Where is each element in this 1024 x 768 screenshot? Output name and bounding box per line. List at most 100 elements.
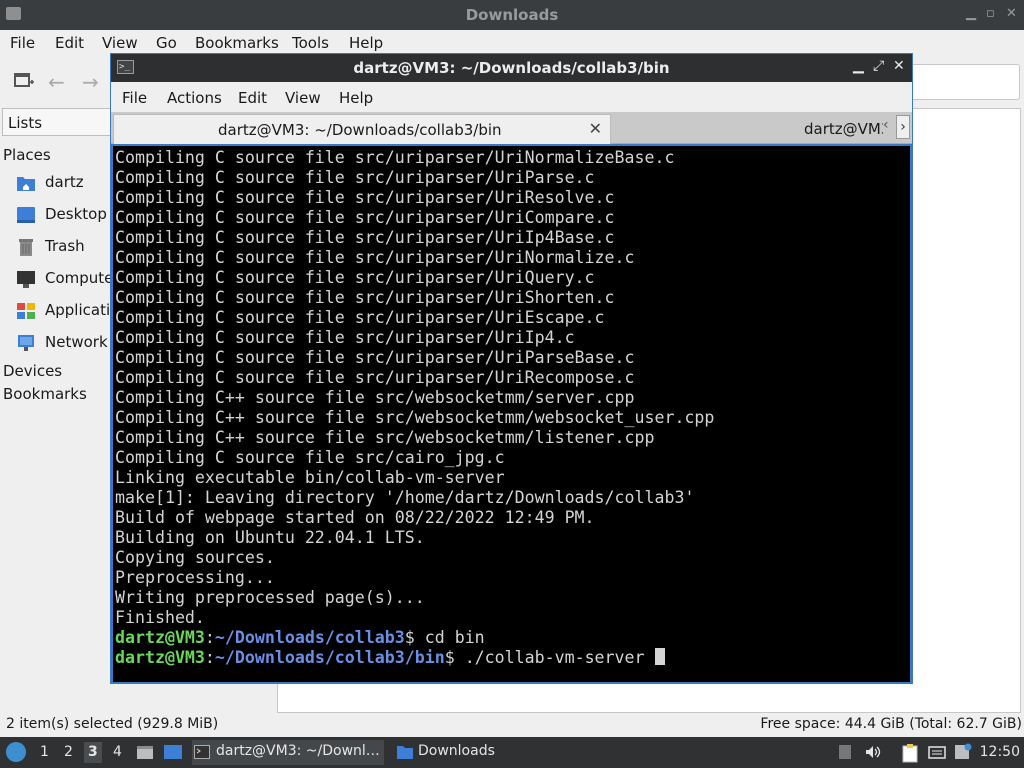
taskbar: 1 2 3 4 dartz@VM3: ~/Downl… Downloads 12… [0,737,1024,768]
terminal-output-line: Compiling C++ source file src/websocketm… [115,408,715,427]
terminal-prompt-line: dartz@VM3:~/Downloads/collab3/bin$ ./col… [115,648,714,668]
workspace-2[interactable]: 2 [64,744,73,760]
workspace-4[interactable]: 4 [113,744,122,760]
volume-icon[interactable] [864,743,882,761]
sidebar-item-desktop[interactable]: Desktop [16,203,116,229]
folder-icon [396,744,413,760]
new-window-icon[interactable] [14,70,34,94]
prompt-symbol: $ [444,648,465,667]
terminal-output-line: Compiling C source file src/uriparser/Ur… [115,368,635,387]
maximize-icon[interactable]: ▫ [986,6,995,21]
terminal-output-line: Compiling C source file src/uriparser/Ur… [115,268,595,287]
window-title: Downloads [465,6,559,24]
terminal-output-line: Compiling C source file src/uriparser/Ur… [115,208,615,227]
notification-icon[interactable] [954,743,972,761]
applications-icon [16,302,36,320]
sidebar-item-dartz[interactable]: dartz [16,171,116,197]
menu-file[interactable]: File [10,34,35,52]
terminal-output-line: Compiling C++ source file src/websocketm… [115,428,655,447]
menu-help[interactable]: Help [339,89,373,107]
eject-icon[interactable] [838,743,852,761]
terminal-prompt-line: dartz@VM3:~/Downloads/collab3$ cd bin [115,628,714,648]
text-cursor [654,648,665,665]
menu-go[interactable]: Go [156,34,177,52]
terminal-output-line: Building on Ubuntu 22.04.1 LTS. [115,528,425,547]
sidebar-item-applications[interactable]: Applications [16,299,137,325]
close-icon[interactable]: ✕ [893,58,905,74]
close-icon[interactable]: ✕ [1006,6,1017,21]
terminal-titlebar[interactable]: >_ dartz@VM3: ~/Downloads/collab3/bin ▁ … [111,54,912,82]
back-arrow-icon[interactable]: ← [48,70,65,94]
start-menu-icon[interactable] [6,742,26,762]
terminal-output[interactable]: Compiling C source file src/uriparser/Ur… [113,146,910,682]
network-status-icon[interactable] [928,743,946,761]
home-folder-icon [16,174,36,192]
statusbar: 2 item(s) selected (929.8 MiB) Free spac… [0,714,1024,736]
file-manager-launcher-icon[interactable] [136,743,154,761]
menu-help[interactable]: Help [349,34,383,52]
terminal-output-line: Preprocessing... [115,568,275,587]
menu-bookmarks[interactable]: Bookmarks [195,34,279,52]
terminal-output-line: Compiling C source file src/uriparser/Ur… [115,288,615,307]
sidebar-item-label: Desktop [45,205,107,223]
trash-icon [16,238,36,256]
taskbar-task-label: dartz@VM3: ~/Downl… [216,743,380,759]
places-heading[interactable]: Places [3,146,51,164]
sidebar: Lists Places dartz Desktop Trash Compute… [0,108,137,710]
terminal-output-line: Writing preprocessed page(s)... [115,588,425,607]
sidebar-item-network[interactable]: Network [16,331,116,357]
sidebar-item-computer[interactable]: Computer [16,267,120,293]
workspace-1[interactable]: 1 [40,744,49,760]
menu-edit[interactable]: Edit [238,89,267,107]
minimize-icon[interactable]: ▁ [966,6,976,21]
file-manager-titlebar[interactable]: Downloads ▁ ▫ ✕ [0,0,1024,30]
forward-arrow-icon[interactable]: → [82,70,99,94]
menu-tools[interactable]: Tools [292,34,329,52]
clock[interactable]: 12:50 [980,744,1020,760]
taskbar-task-terminal[interactable]: dartz@VM3: ~/Downl… [192,740,384,765]
computer-icon [16,270,36,288]
terminal-output-line: Compiling C source file src/uriparser/Ur… [115,248,635,267]
terminal-output-line: Compiling C source file src/uriparser/Ur… [115,348,635,367]
show-desktop-icon[interactable] [163,743,183,761]
bookmarks-heading[interactable]: Bookmarks [3,385,87,403]
network-icon [16,334,36,352]
tab-inactive[interactable]: dartz@VM3: ~/Downloads/collab3/bin [613,114,883,144]
desktop-screen: Downloads ▁ ▫ ✕ File Edit View Go Bookma… [0,0,1024,768]
terminal-menubar: File Actions Edit View Help [111,82,912,112]
tab-label: dartz@VM3: ~/Downloads/collab3/bin [804,120,883,138]
taskbar-task-downloads[interactable]: Downloads [394,740,514,765]
minimize-icon[interactable]: ▁ [853,58,864,74]
menu-view[interactable]: View [102,34,138,52]
terminal-output-line: Compiling C source file src/uriparser/Ur… [115,188,615,207]
sidebar-item-label: dartz [45,173,84,191]
tab-active[interactable]: dartz@VM3: ~/Downloads/collab3/bin ✕ [113,114,611,144]
sidebar-item-trash[interactable]: Trash [16,235,116,261]
path-bar[interactable] [900,64,1020,100]
tab-scroll-right-icon[interactable]: › [896,115,910,139]
menu-file[interactable]: File [122,89,147,107]
devices-heading[interactable]: Devices [3,362,62,380]
tab-bar: dartz@VM3: ~/Downloads/collab3/bin ✕ dar… [111,112,912,144]
sidebar-view-combo[interactable]: Lists [2,108,116,136]
sidebar-item-label: Trash [45,237,85,255]
terminal-output-line: Compiling C source file src/uriparser/Ur… [115,148,675,167]
clipboard-icon[interactable] [902,743,918,763]
taskbar-task-label: Downloads [418,743,495,759]
menu-view[interactable]: View [285,89,321,107]
menu-edit[interactable]: Edit [55,34,84,52]
menu-actions[interactable]: Actions [167,89,222,107]
terminal-output-line: Compiling C source file src/cairo_jpg.c [115,448,505,467]
terminal-output-line: Finished. [115,608,205,627]
terminal-output-line: make[1]: Leaving directory '/home/dartz/… [115,488,695,507]
prompt-separator: : [204,628,215,647]
tab-close-icon[interactable]: ✕ [589,119,602,138]
maximize-icon[interactable]: ⤢ [873,58,884,74]
terminal-output-line: Copying sources. [115,548,275,567]
prompt-command: ./collab-vm-server [464,648,655,667]
terminal-icon [194,744,210,760]
tab-scroll-left-icon[interactable]: ‹ [883,117,889,133]
workspace-3[interactable]: 3 [84,742,102,763]
tab-label: dartz@VM3: ~/Downloads/collab3/bin [218,121,502,139]
terminal-output-line: Compiling C++ source file src/websocketm… [115,388,635,407]
